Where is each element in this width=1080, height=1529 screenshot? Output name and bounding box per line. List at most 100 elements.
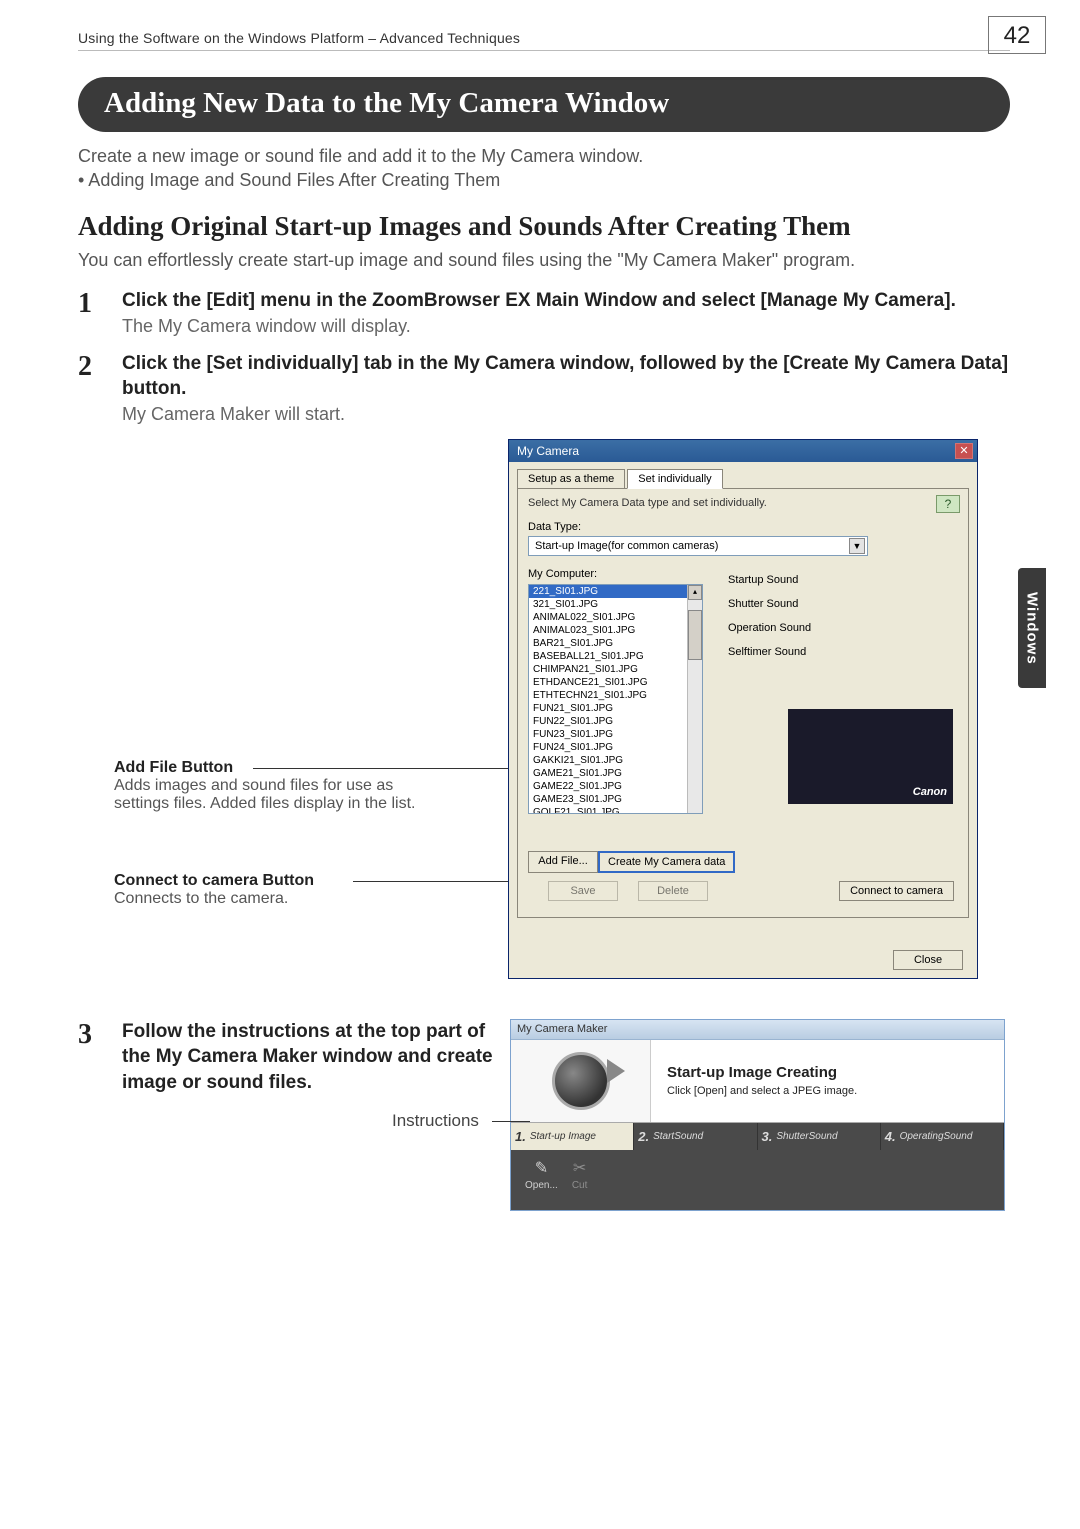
step-3-title: Follow the instructions at the top part … (122, 1019, 502, 1096)
maker-titlebar[interactable]: My Camera Maker (511, 1020, 1004, 1040)
add-file-button[interactable]: Add File... (528, 851, 598, 873)
tab-num: 1. (515, 1129, 526, 1144)
data-type-dropdown[interactable]: Start-up Image(for common cameras) ▼ (528, 536, 868, 556)
list-item[interactable]: ANIMAL023_SI01.JPG (529, 624, 702, 637)
tab-num: 4. (885, 1129, 896, 1144)
list-item[interactable]: 221_SI01.JPG (529, 585, 702, 598)
data-type-label: Data Type: (528, 521, 958, 533)
list-item[interactable]: BAR21_SI01.JPG (529, 637, 702, 650)
list-item[interactable]: GAME21_SI01.JPG (529, 767, 702, 780)
maker-tab-startsound[interactable]: 2. StartSound (634, 1123, 757, 1150)
maker-instructions: Start-up Image Creating Click [Open] and… (511, 1040, 1004, 1123)
step-3: 3 Follow the instructions at the top par… (78, 1019, 1010, 1211)
dialog-titlebar[interactable]: My Camera ✕ (509, 440, 977, 462)
callout-add-file-desc: Adds images and sound files for use as s… (114, 777, 416, 812)
tab-label: StartSound (653, 1131, 703, 1142)
preview-image: Canon (788, 709, 953, 804)
tab-label: Start-up Image (530, 1131, 596, 1142)
list-item[interactable]: FUN23_SI01.JPG (529, 728, 702, 741)
intro-bullet: • Adding Image and Sound Files After Cre… (78, 168, 1010, 192)
running-header: Using the Software on the Windows Platfo… (78, 30, 520, 46)
delete-button[interactable]: Delete (638, 881, 708, 901)
save-button[interactable]: Save (548, 881, 618, 901)
data-type-value: Start-up Image(for common cameras) (535, 540, 718, 552)
scrollbar[interactable]: ▴ (687, 585, 702, 813)
step-1-title: Click the [Edit] menu in the ZoomBrowser… (122, 288, 1010, 314)
callout-add-file-title: Add File Button (114, 759, 233, 776)
mycamera-maker-dialog: My Camera Maker Start-up Image Creating … (510, 1019, 1005, 1211)
intro-line: Create a new image or sound file and add… (78, 144, 1010, 168)
tab-setup-theme[interactable]: Setup as a theme (517, 469, 625, 488)
sound-labels: Startup Sound Shutter Sound Operation So… (728, 574, 953, 670)
maker-heading: Start-up Image Creating (667, 1064, 857, 1081)
open-icon: ✎ (535, 1158, 548, 1178)
open-tool[interactable]: ✎ Open... (525, 1158, 558, 1202)
subsection-heading: Adding Original Start-up Images and Soun… (78, 211, 1010, 242)
step-1: 1 Click the [Edit] menu in the ZoomBrows… (78, 288, 1010, 337)
help-button[interactable]: ? (936, 495, 960, 513)
list-item[interactable]: FUN24_SI01.JPG (529, 741, 702, 754)
scroll-up-icon[interactable]: ▴ (688, 585, 702, 600)
list-item[interactable]: GOLF21_SI01.JPG (529, 806, 702, 814)
close-icon[interactable]: ✕ (955, 443, 973, 459)
tab-num: 3. (762, 1129, 773, 1144)
maker-tab-shuttersound[interactable]: 3. ShutterSound (758, 1123, 881, 1150)
startup-sound-label: Startup Sound (728, 574, 953, 586)
cut-label: Cut (572, 1180, 588, 1191)
callout-connect: Connect to camera Button Connects to the… (114, 872, 444, 908)
file-listbox[interactable]: 221_SI01.JPG321_SI01.JPGANIMAL022_SI01.J… (528, 584, 703, 814)
callout-connect-desc: Connects to the camera. (114, 890, 288, 907)
list-item[interactable]: ETHDANCE21_SI01.JPG (529, 676, 702, 689)
list-item[interactable]: FUN21_SI01.JPG (529, 702, 702, 715)
shutter-sound-label: Shutter Sound (728, 598, 953, 610)
list-item[interactable]: GAKKI21_SI01.JPG (529, 754, 702, 767)
tab-panel: Select My Camera Data type and set indiv… (517, 488, 969, 918)
step-number: 1 (78, 288, 122, 337)
instructions-callout: Instructions (392, 1111, 479, 1131)
operation-sound-label: Operation Sound (728, 622, 953, 634)
list-item[interactable]: 321_SI01.JPG (529, 598, 702, 611)
list-item[interactable]: BASEBALL21_SI01.JPG (529, 650, 702, 663)
list-item[interactable]: GAME23_SI01.JPG (529, 793, 702, 806)
chevron-down-icon[interactable]: ▼ (849, 538, 865, 554)
cut-icon: ✂ (573, 1158, 586, 1178)
step-1-sub: The My Camera window will display. (122, 316, 1010, 337)
tab-num: 2. (638, 1129, 649, 1144)
panel-description: Select My Camera Data type and set indiv… (528, 497, 958, 509)
figure-mycamera: Add File Button Adds images and sound fi… (78, 439, 1010, 1009)
create-mycamera-data-button[interactable]: Create My Camera data (598, 851, 735, 873)
selftimer-sound-label: Selftimer Sound (728, 646, 953, 658)
callout-line (253, 768, 543, 769)
list-item[interactable]: CHIMPAN21_SI01.JPG (529, 663, 702, 676)
brand-label: Canon (913, 786, 947, 798)
step-2-sub: My Camera Maker will start. (122, 404, 1010, 425)
tab-set-individually[interactable]: Set individually (627, 469, 722, 489)
list-item[interactable]: ETHTECHN21_SI01.JPG (529, 689, 702, 702)
maker-title: My Camera Maker (517, 1023, 607, 1035)
maker-tab-startup-image[interactable]: 1. Start-up Image (511, 1123, 634, 1150)
lens-icon (511, 1040, 651, 1122)
cut-tool[interactable]: ✂ Cut (572, 1158, 588, 1202)
mycamera-dialog: My Camera ✕ Setup as a theme Set individ… (508, 439, 978, 979)
close-button[interactable]: Close (893, 950, 963, 970)
dialog-title: My Camera (517, 444, 579, 458)
subsection-body: You can effortlessly create start-up ima… (78, 248, 1010, 272)
list-item[interactable]: ANIMAL022_SI01.JPG (529, 611, 702, 624)
open-label: Open... (525, 1180, 558, 1191)
step-2-title: Click the [Set individually] tab in the … (122, 351, 1010, 402)
tab-label: ShutterSound (776, 1131, 837, 1142)
step-number: 2 (78, 351, 122, 425)
side-tab-windows: Windows (1018, 568, 1046, 688)
section-heading: Adding New Data to the My Camera Window (78, 77, 1010, 132)
step-number: 3 (78, 1019, 122, 1211)
maker-tab-operatingsound[interactable]: 4. OperatingSound (881, 1123, 1004, 1150)
tab-label: OperatingSound (900, 1131, 973, 1142)
step-2: 2 Click the [Set individually] tab in th… (78, 351, 1010, 425)
list-item[interactable]: FUN22_SI01.JPG (529, 715, 702, 728)
callout-line (492, 1121, 530, 1122)
connect-to-camera-button[interactable]: Connect to camera (839, 881, 954, 901)
scroll-thumb[interactable] (688, 610, 702, 660)
maker-sub: Click [Open] and select a JPEG image. (667, 1085, 857, 1097)
list-item[interactable]: GAME22_SI01.JPG (529, 780, 702, 793)
page-number: 42 (988, 16, 1046, 54)
